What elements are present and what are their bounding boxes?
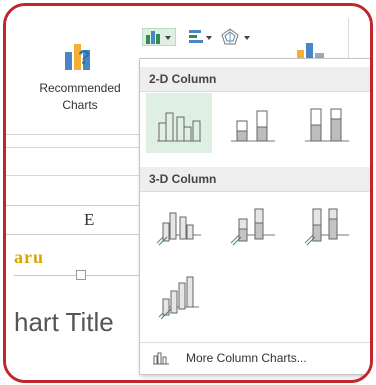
chart-name-text: aru — [14, 247, 44, 267]
section-2d-column: 2-D Column — [140, 67, 370, 92]
radar-chart-dropdown-button[interactable] — [220, 28, 254, 46]
bar-chart-dropdown-button[interactable] — [188, 28, 216, 46]
more-column-charts-label: More Column Charts... — [186, 351, 307, 365]
recommended-charts-icon: ? — [64, 38, 98, 72]
3d-stacked-column-icon — [230, 208, 275, 246]
3d-clustered-column-option[interactable] — [146, 193, 212, 253]
3d-100-stacked-column-icon — [304, 208, 349, 246]
column-chart-gallery: 2-D Column 3-D Column More Column Charts… — [139, 58, 370, 375]
section-3d-column: 3-D Column — [140, 167, 370, 192]
svg-text:?: ? — [78, 47, 90, 69]
3d-clustered-column-icon — [156, 212, 201, 246]
column-chart-dropdown-button[interactable] — [142, 28, 176, 46]
100-stacked-column-icon — [305, 108, 349, 142]
screenshot-frame: ? Recommended Charts E aru hart Title 2-… — [3, 3, 373, 383]
chart-resize-handle[interactable] — [76, 270, 86, 280]
more-separator — [140, 342, 370, 343]
clustered-column-icon — [157, 112, 201, 142]
recommended-charts-button[interactable]: ? Recommended Charts — [24, 26, 136, 126]
stacked-column-option[interactable] — [220, 93, 286, 153]
3d-column-option[interactable] — [146, 263, 212, 323]
column-header-e[interactable]: E — [84, 210, 94, 230]
3d-100-stacked-column-option[interactable] — [294, 193, 360, 253]
recommended-charts-label: Recommended Charts — [24, 80, 136, 114]
clustered-column-option[interactable] — [146, 93, 212, 153]
100-stacked-column-option[interactable] — [294, 93, 360, 153]
3d-stacked-column-option[interactable] — [220, 193, 286, 253]
stacked-column-icon — [231, 110, 275, 142]
more-column-charts-link[interactable]: More Column Charts... — [140, 345, 370, 371]
3d-column-icon — [158, 276, 199, 320]
chart-title[interactable]: hart Title — [14, 307, 114, 338]
recommended-charts-label-line2: Charts — [62, 98, 98, 112]
recommended-charts-label-line1: Recommended — [39, 81, 121, 95]
more-column-charts-icon — [152, 351, 170, 370]
